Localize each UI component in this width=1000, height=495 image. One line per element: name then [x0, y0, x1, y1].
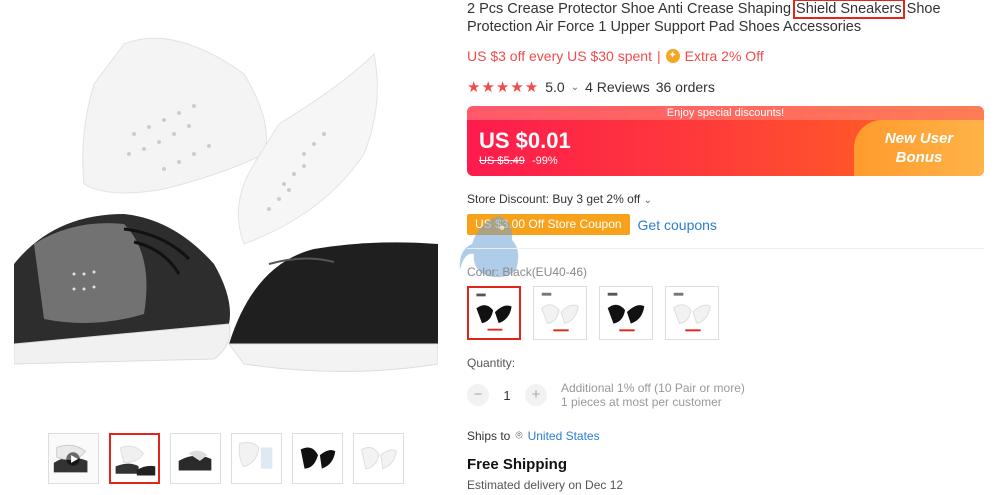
promo-row: US $3 off every US $30 spent | ✦ Extra 2… [467, 48, 764, 64]
title-highlight: Shield Sneakers [793, 0, 905, 19]
main-product-image[interactable] [14, 14, 438, 388]
orders-count: 36 orders [655, 79, 715, 95]
location-pin-icon: ⌾ [515, 428, 523, 442]
thumbnail-video[interactable] [48, 433, 99, 484]
quantity-minus-button[interactable]: − [467, 384, 489, 406]
store-discount[interactable]: Store Discount: Buy 3 get 2% off ⌄ [467, 192, 652, 206]
swatch-black-selected[interactable] [467, 286, 521, 340]
thumbnail-3[interactable] [231, 433, 282, 484]
bonus-line1: New User [884, 130, 954, 147]
chevron-down-icon[interactable]: ⌄ [571, 82, 579, 93]
thumbnail-4[interactable] [292, 433, 343, 484]
get-coupons-link[interactable]: Get coupons [638, 217, 717, 233]
store-discount-text: Store Discount: Buy 3 get 2% off [467, 192, 641, 206]
strikethrough-price: US $5.49 [479, 155, 525, 167]
thumbnail-strip [48, 433, 404, 484]
original-price: US $5.49 -99% [479, 155, 558, 167]
rating-row: ★★★★★ 5.0 ⌄ 4 Reviews 36 orders [467, 78, 715, 96]
ships-to-label: Ships to [467, 428, 511, 443]
chevron-down-icon: ⌄ [643, 195, 652, 206]
product-title: 2 Pcs Crease Protector Shoe Anti Crease … [467, 0, 987, 36]
discount-strip: Enjoy special discounts! [467, 106, 984, 120]
thumbnail-5[interactable] [353, 433, 404, 484]
color-swatches [467, 286, 719, 340]
rating-score[interactable]: 5.0 [545, 79, 564, 95]
quantity-notes: Additional 1% off (10 Pair or more) 1 pi… [561, 381, 745, 409]
coin-icon: ✦ [665, 49, 680, 63]
swatch-white[interactable] [533, 286, 587, 340]
swatch-black-2[interactable] [599, 286, 653, 340]
quantity-value[interactable]: 1 [499, 388, 515, 403]
star-rating-icon: ★★★★★ [467, 79, 540, 96]
ships-to-row: Ships to ⌾ United States [467, 428, 600, 443]
discount-percent: -99% [531, 155, 558, 167]
title-text: 2 Pcs Crease Protector Shoe Anti Crease … [467, 1, 796, 17]
purchase-limit-note: 1 pieces at most per customer [561, 395, 722, 409]
extra-off-text[interactable]: Extra 2% Off [685, 48, 764, 64]
section-divider [467, 248, 984, 249]
thumbnail-1[interactable] [109, 433, 160, 484]
reviews-link[interactable]: 4 Reviews [585, 79, 650, 95]
quantity-stepper: − 1 + Additional 1% off (10 Pair or more… [467, 381, 745, 409]
ship-country-link[interactable]: United States [528, 429, 600, 443]
color-label: Color: Black(EU40-46) [467, 265, 588, 279]
bulk-discount-note: Additional 1% off (10 Pair or more) [561, 381, 745, 395]
current-price: US $0.01 [479, 128, 571, 153]
estimated-delivery: Estimated delivery on Dec 12 [467, 478, 624, 492]
free-shipping-label[interactable]: Free Shipping [467, 456, 567, 473]
price-banner: Enjoy special discounts! US $0.01 US $5.… [467, 106, 984, 176]
new-user-bonus-badge[interactable]: New User Bonus [854, 120, 984, 176]
bonus-line2: Bonus [895, 149, 943, 166]
quantity-plus-button[interactable]: + [525, 384, 547, 406]
swatch-white-2[interactable] [665, 286, 719, 340]
quantity-label: Quantity: [467, 356, 516, 370]
thumbnail-2[interactable] [170, 433, 221, 484]
promo-separator: | [656, 48, 661, 64]
store-promo-text[interactable]: US $3 off every US $30 spent [467, 48, 652, 64]
